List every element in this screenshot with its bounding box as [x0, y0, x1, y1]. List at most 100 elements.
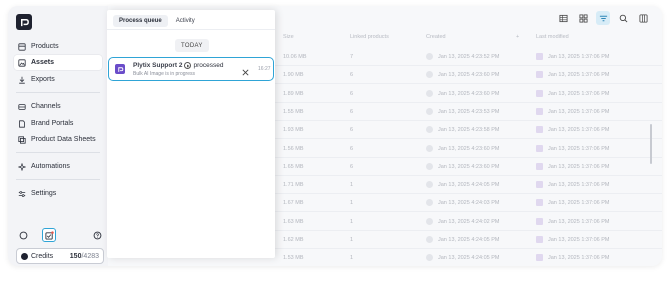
grid-view-button[interactable] — [576, 11, 590, 25]
modifier-icon — [536, 181, 543, 189]
notification-title: Plytix Support 2 processed — [133, 62, 223, 69]
credits-value: 150/4283 — [70, 253, 99, 260]
table-view-button[interactable] — [556, 11, 570, 25]
chat-icon — [19, 231, 27, 239]
creator-avatar — [426, 217, 433, 225]
creator-avatar — [426, 126, 433, 134]
sidebar-item-label: Channels — [31, 103, 61, 110]
cell-last-modified: Jan 13, 2025 1:37:06 PM — [548, 90, 610, 97]
cell-size: 1.71 MB — [283, 182, 304, 189]
creator-avatar — [426, 236, 433, 243]
cell-created: Jan 13, 2025 4:23:60 PM — [438, 90, 500, 97]
grid-icon — [578, 13, 588, 23]
sidebar-item-label: Brand Portals — [31, 120, 74, 127]
day-separator: TODAY — [175, 39, 209, 52]
cell-last-modified: Jan 13, 2025 1:37:06 PM — [548, 182, 610, 189]
cell-size: 1.53 MB — [283, 255, 304, 262]
cell-created: Jan 13, 2025 4:24:05 PM — [438, 182, 500, 189]
modifier-icon — [536, 89, 543, 97]
credits-badge[interactable]: Credits 150/4283 — [16, 248, 104, 264]
cell-last-modified: Jan 13, 2025 1:37:06 PM — [548, 218, 610, 225]
sidebar: Products Assets Exports Channels Brand P… — [8, 6, 108, 266]
cell-size: 10.06 MB — [283, 54, 307, 60]
dismiss-notification-button[interactable] — [241, 64, 250, 76]
cell-linked-products: 1 — [350, 218, 354, 225]
cell-linked-products: 6 — [350, 90, 354, 97]
scrollbar[interactable] — [650, 124, 652, 164]
modifier-icon — [536, 53, 543, 60]
columns-icon — [638, 13, 648, 23]
modifier-icon — [536, 144, 543, 152]
panel-tabs: Process queue Activity — [113, 15, 269, 29]
cell-linked-products: 6 — [350, 72, 354, 79]
image-icon — [18, 58, 26, 67]
column-header-created[interactable]: Created — [426, 34, 446, 40]
sidebar-item-label: Settings — [31, 190, 57, 197]
sidebar-item-label: Assets — [31, 59, 54, 66]
add-column-button[interactable]: + — [516, 34, 519, 40]
plytix-avatar-icon — [115, 64, 125, 74]
cell-size: 1.56 MB — [283, 145, 304, 152]
creator-avatar — [426, 107, 433, 115]
notification-action: processed — [193, 62, 224, 69]
sidebar-item-label: Automations — [31, 163, 70, 170]
notification-time: 16:27 — [258, 66, 271, 72]
sidebar-divider — [16, 152, 100, 153]
cell-last-modified: Jan 13, 2025 1:37:06 PM — [548, 54, 610, 60]
search-button[interactable] — [616, 11, 630, 25]
modifier-icon — [536, 162, 543, 170]
cell-size: 1.89 MB — [283, 90, 304, 97]
column-header-linked-products[interactable]: Linked products — [350, 34, 389, 40]
cell-last-modified: Jan 13, 2025 1:37:06 PM — [548, 237, 610, 243]
cell-created: Jan 13, 2025 4:23:60 PM — [438, 145, 500, 152]
play-circle-icon — [184, 62, 192, 69]
document-icon — [19, 119, 25, 128]
products-icon — [18, 42, 26, 51]
cell-last-modified: Jan 13, 2025 1:37:06 PM — [548, 145, 610, 152]
sidebar-item-products[interactable]: Products — [14, 39, 102, 54]
inbox-notification-icon — [44, 230, 54, 240]
credits-icon — [21, 252, 28, 260]
cell-last-modified: Jan 13, 2025 1:37:06 PM — [548, 72, 610, 79]
cell-created: Jan 13, 2025 4:23:58 PM — [438, 127, 500, 134]
search-icon — [619, 14, 627, 22]
creator-avatar — [426, 53, 433, 60]
chat-button[interactable] — [16, 228, 30, 242]
process-queue-button[interactable] — [42, 228, 56, 242]
creator-avatar — [426, 89, 433, 97]
toolbar — [556, 11, 650, 25]
plytix-logo[interactable] — [16, 14, 32, 30]
column-header-size[interactable]: Size — [283, 34, 294, 40]
sidebar-item-assets[interactable]: Assets — [14, 55, 102, 70]
cell-created: Jan 13, 2025 4:23:53 PM — [438, 108, 500, 115]
process-queue-panel: Process queue Activity TODAY Plytix Supp… — [107, 10, 275, 258]
modifier-icon — [536, 236, 543, 243]
filter-icon — [599, 15, 607, 21]
cell-last-modified: Jan 13, 2025 1:37:06 PM — [548, 200, 610, 207]
layers-icon — [18, 135, 26, 144]
tab-activity[interactable]: Activity — [170, 15, 201, 27]
columns-button[interactable] — [636, 11, 650, 25]
credits-used: 150 — [69, 252, 82, 260]
creator-avatar — [426, 254, 433, 262]
sidebar-item-settings[interactable]: Settings — [14, 186, 102, 201]
modifier-icon — [536, 199, 543, 207]
sidebar-item-automations[interactable]: Automations — [14, 159, 102, 174]
help-button[interactable] — [90, 228, 104, 242]
cell-created: Jan 13, 2025 4:24:03 PM — [438, 200, 500, 207]
credits-label: Credits — [31, 252, 54, 260]
creator-avatar — [426, 71, 433, 79]
creator-avatar — [426, 181, 433, 189]
column-header-last-modified[interactable]: Last modified — [536, 34, 569, 40]
sidebar-item-product-data-sheets[interactable]: Product Data Sheets — [14, 132, 102, 147]
notification-card[interactable]: Plytix Support 2 processed Bulk AI Image… — [108, 57, 274, 81]
cell-linked-products: 1 — [350, 237, 354, 243]
tab-process-queue[interactable]: Process queue — [113, 15, 168, 27]
sidebar-item-exports[interactable]: Exports — [14, 72, 102, 87]
cell-last-modified: Jan 13, 2025 1:37:06 PM — [548, 163, 610, 170]
sidebar-bottom-icons — [16, 228, 101, 244]
sidebar-item-channels[interactable]: Channels — [14, 99, 102, 114]
help-icon — [93, 231, 101, 239]
filter-button[interactable] — [596, 11, 610, 25]
sidebar-item-brand-portals[interactable]: Brand Portals — [14, 116, 102, 131]
